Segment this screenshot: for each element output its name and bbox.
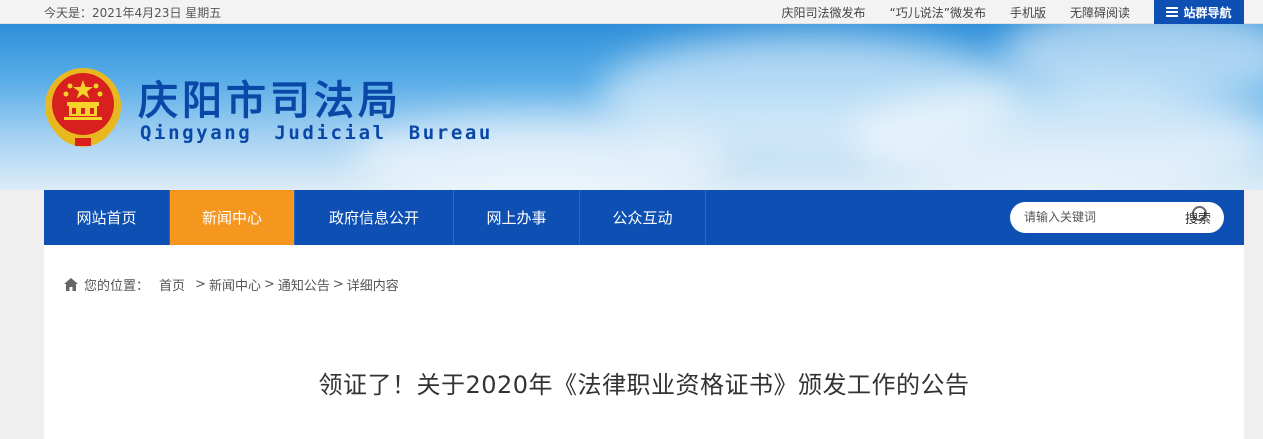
- site-group-nav-button[interactable]: 站群导航: [1154, 0, 1244, 24]
- link-accessibility[interactable]: 无障碍阅读: [1070, 4, 1130, 21]
- nav-item-news[interactable]: 新闻中心: [170, 190, 295, 245]
- link-qiaoer[interactable]: “巧儿说法”微发布: [890, 4, 986, 21]
- breadcrumb-news[interactable]: 新闻中心: [209, 275, 261, 294]
- nav-item-home[interactable]: 网站首页: [44, 190, 170, 245]
- national-emblem-icon: [45, 68, 121, 148]
- breadcrumb-detail: 详细内容: [346, 279, 399, 294]
- search-input[interactable]: [1024, 208, 1174, 226]
- site-group-nav-label: 站群导航: [1183, 5, 1232, 20]
- top-bar: 今天是：2021年4月23日 星期五 庆阳司法微发布 “巧儿说法”微发布 手机版…: [0, 0, 1263, 24]
- content-panel: 您的位置： 首页 > 新闻中心 > 通知公告 > 详细内容 领证了！关于2020…: [44, 245, 1244, 439]
- search-box: 搜索: [1010, 202, 1224, 233]
- link-mobile[interactable]: 手机版: [1010, 4, 1046, 21]
- nav-item-gov-info[interactable]: 政府信息公开: [295, 190, 454, 245]
- breadcrumb-separator: >: [263, 277, 275, 292]
- breadcrumb-separator: >: [195, 277, 206, 292]
- current-date: 今天是：2021年4月23日 星期五: [44, 6, 222, 20]
- site-subtitle: Qingyang Judicial Bureau: [140, 122, 493, 144]
- site-title: 庆阳市司法局: [138, 78, 402, 124]
- search-button[interactable]: 搜索: [1180, 205, 1216, 229]
- search-button-label: 搜索: [1184, 211, 1211, 227]
- home-icon: [64, 278, 78, 291]
- article-title: 领证了！关于2020年《法律职业资格证书》颁发工作的公告: [318, 371, 970, 399]
- top-links: 庆阳司法微发布 “巧儿说法”微发布 手机版 无障碍阅读 站群导航: [782, 0, 1263, 24]
- breadcrumb-label: 您的位置：: [84, 279, 150, 294]
- menu-icon: [1166, 7, 1179, 17]
- breadcrumb-notices[interactable]: 通知公告: [278, 275, 330, 294]
- nav-item-online-service[interactable]: 网上办事: [454, 190, 580, 245]
- main-nav: 网站首页 新闻中心 政府信息公开 网上办事 公众互动 搜索: [44, 190, 1244, 245]
- breadcrumb: 您的位置： 首页 > 新闻中心 > 通知公告 > 详细内容: [64, 275, 399, 294]
- breadcrumb-separator: >: [332, 277, 344, 292]
- breadcrumb-home[interactable]: 首页: [159, 275, 185, 294]
- link-weibo[interactable]: 庆阳司法微发布: [782, 4, 866, 21]
- nav-item-interaction[interactable]: 公众互动: [580, 190, 706, 245]
- banner: 庆阳市司法局 Qingyang Judicial Bureau: [0, 24, 1263, 190]
